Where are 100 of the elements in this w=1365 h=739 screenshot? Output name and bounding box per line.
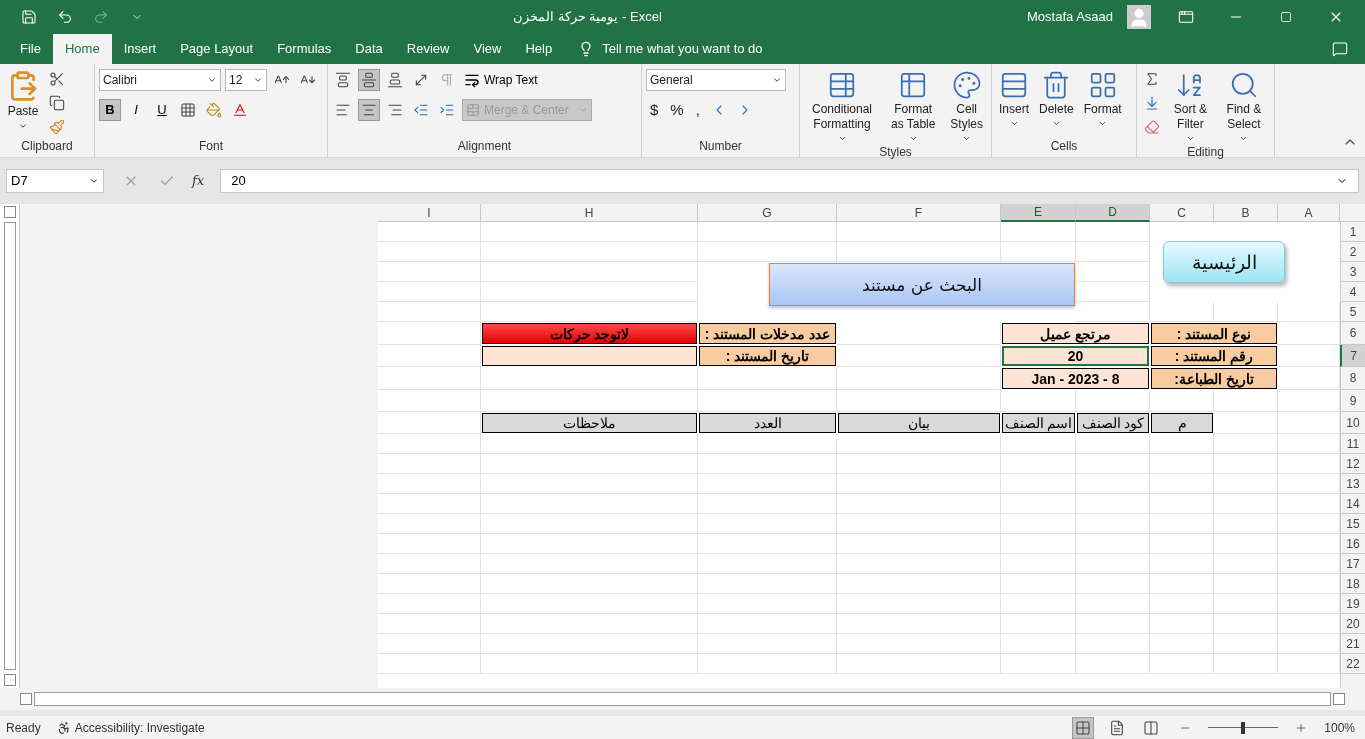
sheet-cell[interactable] xyxy=(378,434,481,455)
number-format-button[interactable]: , xyxy=(691,101,704,119)
sheet-cell[interactable] xyxy=(481,494,698,515)
ribbon-tab[interactable]: Help xyxy=(513,33,565,64)
sheet-cell[interactable] xyxy=(1150,434,1214,455)
sheet-cell[interactable] xyxy=(378,554,481,575)
sheet-cell[interactable] xyxy=(1278,454,1340,475)
row-header[interactable]: 5 xyxy=(1340,302,1365,323)
sheet-cell[interactable] xyxy=(1278,534,1340,555)
sheet-cell[interactable] xyxy=(1150,654,1214,675)
sheet-cell[interactable] xyxy=(1001,242,1076,263)
ribbon-tab[interactable]: Data xyxy=(343,33,395,64)
sheet-cell[interactable] xyxy=(837,367,1001,391)
column-header[interactable]: G xyxy=(698,204,837,223)
sheet-cell[interactable] xyxy=(378,412,481,435)
sheet-cell[interactable] xyxy=(378,345,481,368)
ribbon-tab[interactable]: View xyxy=(461,33,514,64)
sheet-cell[interactable] xyxy=(1150,302,1214,323)
sheet-cell[interactable] xyxy=(1150,494,1214,515)
vertical-align-icon[interactable] xyxy=(358,68,380,91)
sheet-cell[interactable] xyxy=(378,454,481,475)
sheet-cell[interactable] xyxy=(1076,242,1150,263)
format-toggle[interactable]: B xyxy=(99,98,121,121)
sheet-cell[interactable] xyxy=(1001,454,1076,475)
sheet-cell[interactable] xyxy=(1214,390,1278,413)
sheet-cell[interactable] xyxy=(698,390,837,413)
sheet-cell[interactable] xyxy=(698,594,837,615)
zoom-thumb[interactable] xyxy=(1241,721,1246,734)
sheet-cell[interactable] xyxy=(1076,654,1150,675)
field-value[interactable]: لاتوجد حركات xyxy=(482,323,697,345)
sheet-cell[interactable] xyxy=(378,634,481,655)
sheet-cell[interactable] xyxy=(481,390,698,413)
sheet-cell[interactable] xyxy=(1076,554,1150,575)
sheet-cell[interactable] xyxy=(698,534,837,555)
format-toggle[interactable]: U xyxy=(151,98,173,121)
row-header[interactable]: 10 xyxy=(1340,412,1365,435)
column-header[interactable]: E xyxy=(1001,204,1076,223)
sheet-cell[interactable] xyxy=(1076,282,1150,303)
sheet-cell[interactable] xyxy=(698,614,837,635)
ribbon-tab[interactable]: Insert xyxy=(111,33,169,64)
field-value[interactable]: 20 xyxy=(1002,346,1149,367)
row-header[interactable] xyxy=(1340,674,1365,689)
sheet-cell[interactable] xyxy=(1214,434,1278,455)
sheet-cell[interactable] xyxy=(1278,594,1340,615)
field-value[interactable]: مرتجع عميل xyxy=(1002,323,1149,345)
sheet-cell[interactable] xyxy=(1278,322,1340,346)
sheet-cell[interactable] xyxy=(698,367,837,391)
sheet-cell[interactable] xyxy=(481,534,698,555)
sheet-cell[interactable] xyxy=(1150,390,1214,413)
sheet-cell[interactable] xyxy=(481,262,698,283)
sheet-cell[interactable] xyxy=(1214,302,1278,323)
sheet-cell[interactable] xyxy=(1278,554,1340,575)
sheet-cell[interactable] xyxy=(1278,634,1340,655)
row-header[interactable]: 16 xyxy=(1340,534,1365,555)
zoom-level[interactable]: 100% xyxy=(1324,720,1365,735)
sheet-cell[interactable] xyxy=(1076,574,1150,595)
ribbon-button[interactable]: Delete xyxy=(1036,67,1077,139)
row-header[interactable]: 4 xyxy=(1340,282,1365,303)
column-header[interactable]: H xyxy=(481,204,698,223)
sheet-cell[interactable] xyxy=(378,594,481,615)
sheet-cell[interactable] xyxy=(481,434,698,455)
ribbon-button[interactable]: Cell Styles xyxy=(946,67,987,145)
sheet-cell[interactable] xyxy=(1214,634,1278,655)
sheet-cell[interactable] xyxy=(1150,534,1214,555)
ribbon-tab[interactable]: Review xyxy=(394,33,462,64)
avatar-icon[interactable] xyxy=(1127,4,1151,29)
sheet-cell[interactable] xyxy=(1150,614,1214,635)
sheet-cell[interactable] xyxy=(1278,494,1340,515)
sheet-cell[interactable] xyxy=(1076,534,1150,555)
field-value[interactable]: 8 - Jan - 2023 xyxy=(1002,368,1149,390)
sheet-cell[interactable] xyxy=(1278,654,1340,675)
search-document-button[interactable]: البحث عن مستند xyxy=(769,263,1075,307)
horizontal-align-icon[interactable] xyxy=(358,98,380,121)
select-all-button[interactable] xyxy=(1340,204,1365,223)
sheet-cell[interactable] xyxy=(1214,614,1278,635)
row-header[interactable]: 6 xyxy=(1340,322,1365,346)
sheet-cell[interactable] xyxy=(1001,494,1076,515)
sheet-cell[interactable] xyxy=(481,634,698,655)
sheet-cell[interactable] xyxy=(1278,390,1340,413)
row-header[interactable]: 21 xyxy=(1340,634,1365,655)
sheet-cell[interactable] xyxy=(1214,412,1278,435)
sheet-cell[interactable] xyxy=(378,474,481,495)
row-header[interactable]: 3 xyxy=(1340,262,1365,283)
sheet-cell[interactable] xyxy=(698,242,837,263)
sheet-cell[interactable] xyxy=(1076,454,1150,475)
sheet-cell[interactable] xyxy=(1001,554,1076,575)
sheet-cell[interactable] xyxy=(378,390,481,413)
sheet-cell[interactable] xyxy=(837,514,1001,535)
row-header[interactable]: 17 xyxy=(1340,554,1365,575)
sheet-cell[interactable] xyxy=(698,654,837,675)
sheet-cell[interactable] xyxy=(1278,434,1340,455)
row-header[interactable]: 9 xyxy=(1340,390,1365,413)
sheet-cell[interactable] xyxy=(378,534,481,555)
format-toggle[interactable]: I xyxy=(125,98,147,121)
row-header[interactable]: 15 xyxy=(1340,514,1365,535)
row-header[interactable]: 18 xyxy=(1340,574,1365,595)
sheet-cell[interactable] xyxy=(1001,634,1076,655)
sheet-cell[interactable] xyxy=(1076,514,1150,535)
name-box[interactable]: D7 xyxy=(6,168,104,193)
sheet-cell[interactable] xyxy=(481,367,698,391)
